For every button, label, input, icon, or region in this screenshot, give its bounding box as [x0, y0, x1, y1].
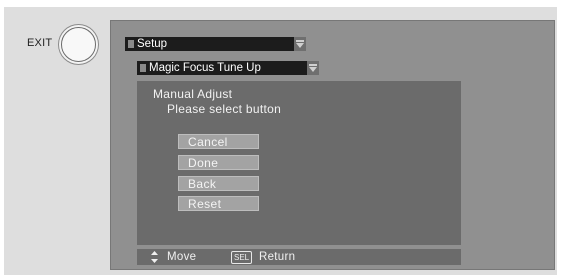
dropdown-arrow-icon[interactable]: [307, 61, 319, 75]
setup-dropdown[interactable]: Setup: [125, 37, 306, 51]
panel-subtitle: Please select button: [167, 102, 282, 116]
sel-key-icon: SEL: [231, 251, 253, 264]
magic-focus-dropdown-label: Magic Focus Tune Up: [149, 62, 261, 74]
manual-adjust-panel: Manual Adjust Please select button Cance…: [137, 81, 461, 245]
menu-cap-icon: [128, 40, 134, 48]
setup-dropdown-label: Setup: [137, 38, 168, 50]
cancel-button[interactable]: Cancel: [178, 134, 259, 149]
back-button[interactable]: Back: [178, 176, 259, 191]
reset-button[interactable]: Reset: [178, 196, 259, 211]
up-down-arrow-icon: [151, 251, 158, 263]
help-bar: Move SEL Return: [137, 249, 461, 265]
exit-button[interactable]: [61, 27, 96, 62]
dropdown-arrow-icon[interactable]: [294, 37, 306, 51]
menu-cap-icon: [140, 64, 146, 72]
osd-screen: Setup Magic Focus Tune Up Manual Adjust …: [110, 20, 555, 270]
panel-title: Manual Adjust: [153, 87, 233, 101]
exit-label: EXIT: [27, 37, 53, 49]
magic-focus-dropdown[interactable]: Magic Focus Tune Up: [137, 61, 319, 75]
move-hint: Move: [167, 251, 197, 263]
done-button[interactable]: Done: [178, 155, 259, 170]
return-hint: Return: [259, 251, 296, 263]
remote-controller: EXIT Setup Magic Focus Tune Up Manual Ad…: [4, 7, 557, 275]
